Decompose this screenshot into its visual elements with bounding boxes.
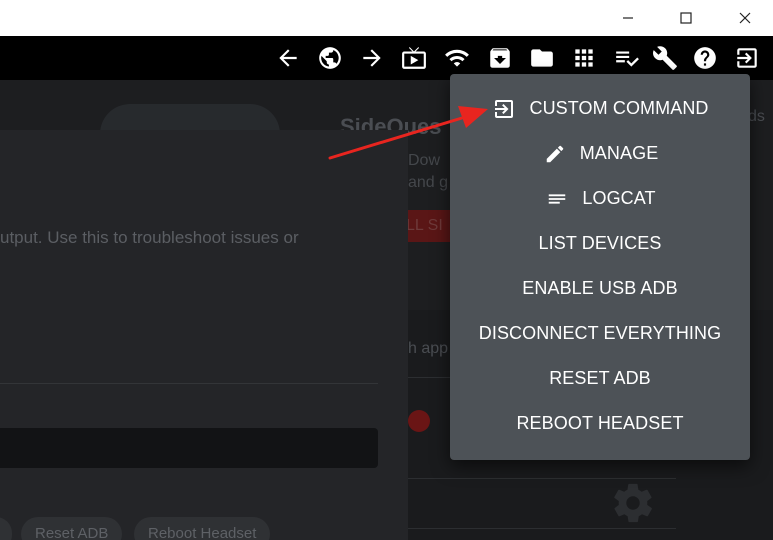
close-icon [739, 12, 751, 24]
menu-item-logcat[interactable]: LOGCAT [450, 176, 750, 221]
pencil-icon [542, 141, 568, 167]
menu-item-list-devices[interactable]: LIST DEVICES [450, 221, 750, 266]
minimize-icon [623, 17, 633, 19]
help-icon[interactable] [691, 44, 719, 72]
arrow-right-icon[interactable] [358, 44, 386, 72]
exit-to-app-icon [491, 96, 517, 122]
menu-item-label: MANAGE [579, 143, 659, 163]
command-input[interactable] [0, 428, 378, 468]
window-titlebar [0, 0, 773, 36]
menu-item-reboot-headset[interactable]: REBOOT HEADSET [450, 401, 750, 446]
menu-item-label: REBOOT HEADSET [516, 413, 684, 433]
menu-item-disconnect-everything[interactable]: DISCONNECT EVERYTHING [450, 311, 750, 356]
list-divider [408, 528, 676, 529]
reboot-headset-chip[interactable]: Reboot Headset [134, 517, 271, 540]
menu-item-custom-command[interactable]: CUSTOM COMMAND [450, 86, 750, 131]
chip-partial[interactable] [0, 517, 12, 540]
menu-item-label: LIST DEVICES [538, 233, 662, 253]
gear-icon[interactable] [610, 480, 656, 526]
menu-item-label: RESET ADB [549, 368, 651, 388]
reset-adb-chip[interactable]: Reset ADB [21, 517, 123, 540]
tv-icon[interactable] [400, 44, 428, 72]
folder-icon[interactable] [528, 44, 556, 72]
menu-item-label: CUSTOM COMMAND [529, 98, 709, 118]
playlist-check-icon[interactable] [613, 44, 641, 72]
close-button[interactable] [722, 0, 768, 36]
tools-dropdown-menu: CUSTOM COMMAND MANAGE LOGCAT LIST DEVICE… [450, 74, 750, 460]
menu-item-manage[interactable]: MANAGE [450, 131, 750, 176]
menu-item-enable-usb-adb[interactable]: ENABLE USB ADB [450, 266, 750, 311]
minimize-button[interactable] [605, 0, 651, 36]
dialog-divider [0, 383, 378, 384]
exit-to-app-icon[interactable] [733, 44, 761, 72]
menu-item-label: DISCONNECT EVERYTHING [478, 323, 722, 343]
status-dot [408, 410, 430, 432]
menu-item-label: LOGCAT [582, 188, 656, 208]
globe-icon[interactable] [316, 44, 344, 72]
arrow-left-icon[interactable] [274, 44, 302, 72]
maximize-icon [680, 12, 692, 24]
wrench-icon[interactable] [651, 44, 679, 72]
archive-download-icon[interactable] [486, 44, 514, 72]
tools-dialog: utput. Use this to troubleshoot issues o… [0, 130, 408, 540]
sort-lines-icon [544, 186, 570, 212]
wifi-icon[interactable] [443, 44, 471, 72]
list-divider [408, 478, 676, 479]
hero-right-text: ds [748, 108, 765, 125]
menu-item-label: ENABLE USB ADB [522, 278, 678, 298]
dialog-description: utput. Use this to troubleshoot issues o… [0, 228, 299, 247]
apps-grid-icon[interactable] [570, 44, 598, 72]
maximize-button[interactable] [663, 0, 709, 36]
menu-item-reset-adb[interactable]: RESET ADB [450, 356, 750, 401]
